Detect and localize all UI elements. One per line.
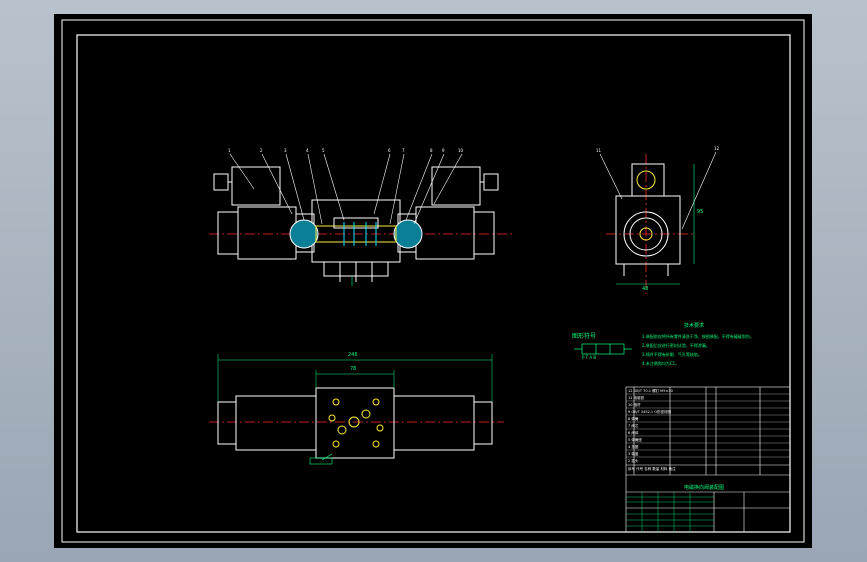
bom-row: 5 弹簧座 xyxy=(628,438,642,442)
tech-requirements-title: 技术要求 xyxy=(684,323,705,329)
symbol-caption: 图形符号 xyxy=(572,333,597,340)
dimension-overall: 246 xyxy=(348,352,358,358)
tech-requirement-3: 3.铸件不得有砂眼、气孔等缺陷。 xyxy=(642,352,702,357)
tech-requirement-2: 2.装配后应进行密封试验，不得渗漏。 xyxy=(642,343,710,348)
bom-header-row: 序号 代号 名称 数量 材料 备注 xyxy=(628,467,676,471)
balloon-1: 1 xyxy=(228,148,231,153)
bom-row: 3 端盖 xyxy=(628,452,639,456)
balloon-11: 11 xyxy=(596,148,602,153)
bom-row: 12 GB/T 70.1 螺钉 M5×30 xyxy=(628,389,673,393)
port-note: P T A B xyxy=(582,355,597,360)
bom-row: 2 插头 xyxy=(628,459,639,463)
front-view xyxy=(209,153,514,286)
balloon-12: 12 xyxy=(714,146,720,151)
sign-grid xyxy=(626,492,714,532)
bom-row: 8 弹簧 xyxy=(628,417,639,421)
balloon-8: 8 xyxy=(430,148,433,153)
balloon-2: 2 xyxy=(260,148,263,153)
balloon-10: 10 xyxy=(458,148,464,153)
side-view xyxy=(599,151,717,294)
balloon-3: 3 xyxy=(284,148,287,153)
balloon-5: 5 xyxy=(322,148,325,153)
bom-table: 12 GB/T 70.1 螺钉 M5×30 11 电磁铁 10 推杆 9 GB/… xyxy=(628,388,788,473)
dimension-body: 78 xyxy=(350,366,357,372)
dimension-height: 95 xyxy=(697,209,704,215)
tech-requirement-4: 4.未注倒角均为C1。 xyxy=(642,361,680,366)
top-view xyxy=(209,354,504,465)
title-block-name: 电磁换向阀装配图 xyxy=(684,485,725,491)
hydraulic-symbol xyxy=(574,343,632,355)
bom-row: 9 GB/T 3452.1 O形密封圈 xyxy=(628,410,672,414)
tech-requirement-1: 1.装配前应将所有零件清洗干净，按图装配，不得有磕碰划伤。 xyxy=(642,334,754,339)
balloon-9: 9 xyxy=(442,148,445,153)
bom-row: 11 电磁铁 xyxy=(628,396,645,400)
dimension-side: 48 xyxy=(642,286,649,292)
balloon-7: 7 xyxy=(402,148,405,153)
bom-row: 7 阀芯 xyxy=(628,424,639,428)
drawing-sheet: 技术要求 1.装配前应将所有零件清洗干净，按图装配，不得有磕碰划伤。 2.装配后… xyxy=(54,14,812,548)
bom-row: 10 推杆 xyxy=(628,403,641,407)
balloon-6: 6 xyxy=(388,148,391,153)
tech-requirements-list: 1.装配前应将所有零件清洗干净，按图装配，不得有磕碰划伤。 2.装配后应进行密封… xyxy=(642,332,782,368)
balloon-4: 4 xyxy=(306,148,309,153)
bom-row: 6 阀体 xyxy=(628,431,639,435)
bom-row: 4 挡圈 xyxy=(628,445,639,449)
